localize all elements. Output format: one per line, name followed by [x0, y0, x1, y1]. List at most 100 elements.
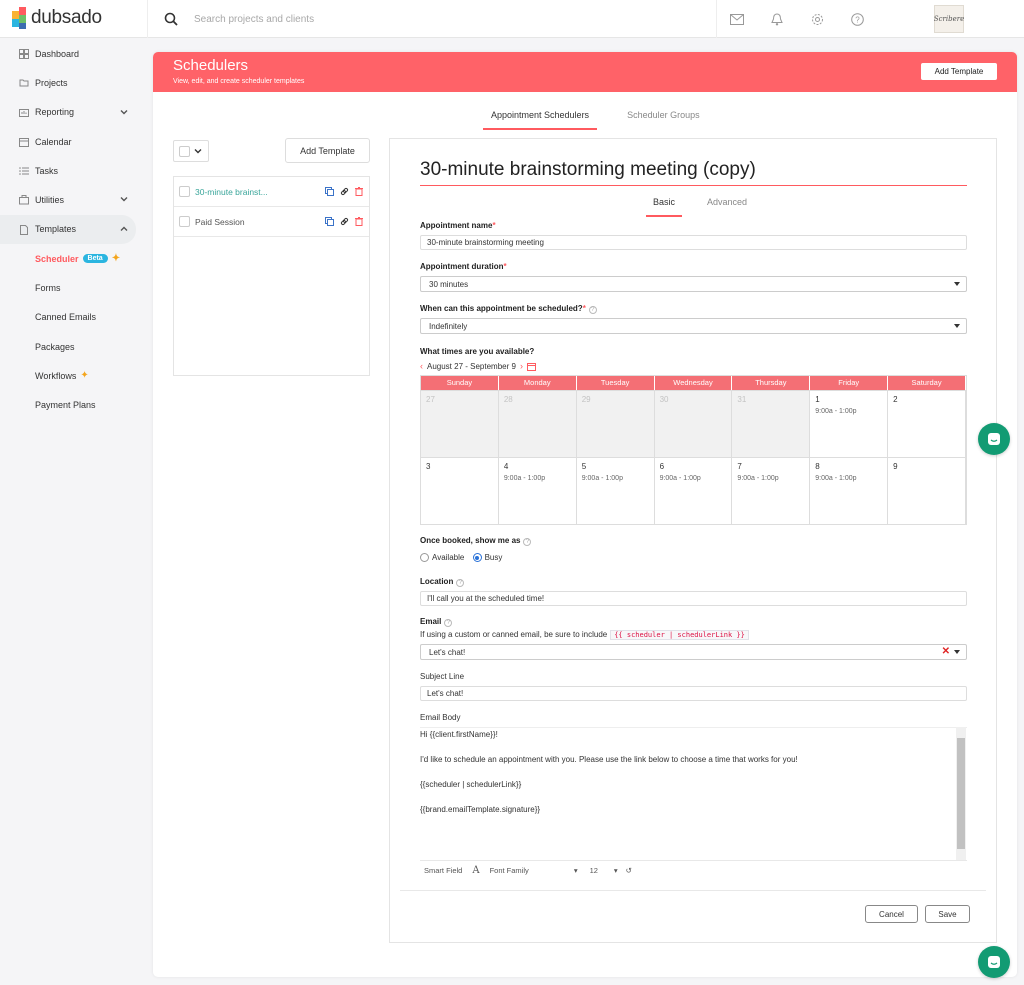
trash-icon[interactable] [355, 217, 363, 226]
tab-advanced[interactable]: Advanced [700, 197, 754, 217]
add-template-button[interactable]: Add Template [285, 138, 370, 163]
appointment-name-input[interactable]: 30-minute brainstorming meeting [420, 235, 967, 250]
editor-scrollbar[interactable] [956, 727, 966, 860]
list-item[interactable]: 30-minute brainst... [174, 177, 369, 207]
sidebar-subitem-packages[interactable]: Packages [0, 332, 146, 361]
available-radio[interactable]: Available [420, 553, 464, 563]
calendar-day-cell[interactable]: 2 [888, 391, 966, 457]
calendar-day-cell[interactable]: 8 9:00a - 1:00p [810, 458, 889, 524]
help-icon[interactable]: ? [456, 579, 465, 587]
clear-icon[interactable]: ✕ [942, 646, 950, 657]
help-icon[interactable]: ? [444, 619, 453, 627]
time-slot[interactable]: 9:00a - 1:00p [815, 475, 882, 482]
calendar-day-cell[interactable]: 6 9:00a - 1:00p [655, 458, 733, 524]
link-icon[interactable] [340, 187, 349, 196]
calendar-day-cell[interactable]: 27 [421, 391, 499, 457]
calendar-day-cell[interactable]: 4 9:00a - 1:00p [499, 458, 577, 524]
chevron-right-icon[interactable]: › [520, 361, 523, 371]
sidebar-item-reporting[interactable]: Reporting [0, 98, 146, 127]
calendar-day-cell[interactable]: 29 [576, 391, 655, 457]
sidebar-item-utilities[interactable]: Utilities [0, 185, 146, 214]
calendar-day-cell[interactable]: 30 [654, 391, 733, 457]
search-input[interactable] [194, 13, 594, 25]
header-add-template-button[interactable]: Add Template [921, 63, 997, 80]
calendar-day-cell[interactable]: 1 9:00a - 1:00p [810, 391, 889, 457]
calendar-day-cell[interactable]: 31 [732, 391, 811, 457]
row-checkbox[interactable] [179, 186, 190, 197]
font-icon[interactable]: A [472, 865, 479, 876]
scrollbar-thumb[interactable] [957, 738, 965, 849]
duplicate-icon[interactable] [325, 187, 334, 196]
mail-icon[interactable] [717, 0, 757, 38]
schedule-window-select[interactable]: Indefinitely [420, 318, 967, 334]
duplicate-icon[interactable] [325, 217, 334, 226]
help-icon[interactable]: ? [588, 306, 597, 314]
tab-basic[interactable]: Basic [646, 197, 683, 217]
chevron-down-icon [194, 149, 202, 154]
radio-button[interactable] [420, 553, 429, 563]
calendar-day-cell[interactable]: 3 [421, 458, 499, 524]
chevron-down-icon[interactable] [120, 108, 128, 116]
gear-icon[interactable] [797, 0, 837, 38]
sidebar-subitem-scheduler[interactable]: Scheduler Beta ✦ [0, 244, 146, 273]
smart-field-button[interactable]: Smart Field [424, 866, 462, 875]
template-name[interactable]: 30-minute brainst... [195, 187, 268, 197]
email-body-editor[interactable]: Hi {{client.firstName}}! I'd like to sch… [420, 727, 967, 859]
sidebar-subitem-canned-emails[interactable]: Canned Emails [0, 303, 146, 332]
row-checkbox[interactable] [179, 216, 190, 227]
chat-bubble-button[interactable] [978, 946, 1010, 978]
calendar-day-cell[interactable]: 9 [888, 458, 966, 524]
list-item[interactable]: Paid Session [174, 207, 369, 237]
calendar-day-cell[interactable]: 5 9:00a - 1:00p [577, 458, 655, 524]
sidebar-subitem-payment-plans[interactable]: Payment Plans [0, 391, 146, 420]
search-bar [147, 0, 717, 38]
select-all-checkbox[interactable] [179, 145, 190, 157]
chevron-up-icon[interactable] [120, 225, 128, 233]
location-input[interactable]: I'll call you at the scheduled time! [420, 591, 967, 606]
search-icon[interactable] [164, 12, 178, 26]
sidebar-subitem-workflows[interactable]: Workflows ✦ [0, 361, 146, 390]
chat-bubble-button[interactable] [978, 423, 1010, 455]
email-select[interactable]: Let's chat! ✕ [420, 644, 967, 660]
time-slot[interactable]: 9:00a - 1:00p [737, 475, 804, 482]
link-icon[interactable] [340, 217, 349, 226]
sidebar-item-projects[interactable]: Projects [0, 68, 146, 97]
calendar-icon[interactable] [526, 362, 536, 371]
dubsado-logo[interactable]: dubsado [12, 7, 102, 29]
time-slot[interactable]: 9:00a - 1:00p [582, 475, 649, 482]
calendar-day-cell[interactable]: 28 [498, 391, 577, 457]
bulk-select-dropdown[interactable] [173, 140, 209, 162]
sidebar-item-tasks[interactable]: Tasks [0, 156, 146, 185]
time-slot[interactable]: 9:00a - 1:00p [504, 475, 571, 482]
avatar[interactable]: Scribere [934, 5, 964, 33]
chevron-down-icon[interactable] [120, 195, 128, 203]
help-icon[interactable]: ? [523, 538, 532, 546]
time-slot[interactable]: 9:00a - 1:00p [815, 408, 882, 415]
bell-icon[interactable] [757, 0, 797, 38]
chevron-left-icon[interactable]: ‹ [420, 361, 423, 371]
undo-icon[interactable]: ↺ [626, 866, 632, 875]
cancel-button[interactable]: Cancel [865, 905, 918, 923]
calendar-day-cell[interactable]: 7 9:00a - 1:00p [732, 458, 811, 524]
tab-scheduler-groups[interactable]: Scheduler Groups [619, 110, 708, 130]
form-title[interactable]: 30-minute brainstorming meeting (copy) [420, 159, 967, 186]
trash-icon[interactable] [355, 187, 363, 196]
tab-appointment-schedulers[interactable]: Appointment Schedulers [483, 110, 598, 130]
date-range: August 27 - September 9 [427, 361, 516, 371]
sidebar-item-templates[interactable]: Templates [0, 214, 136, 245]
busy-radio[interactable]: Busy [472, 553, 502, 563]
availability-calendar: Sunday Monday Tuesday Wednesday Thursday Frid… [420, 375, 967, 525]
appointment-duration-select[interactable]: 30 minutes [420, 276, 967, 292]
font-family-select[interactable]: Font Family ▾ [490, 866, 578, 875]
font-size-select[interactable]: 12 ▾ [590, 866, 618, 875]
template-name[interactable]: Paid Session [195, 217, 245, 227]
time-slot[interactable]: 9:00a - 1:00p [660, 475, 727, 482]
save-button[interactable]: Save [925, 905, 970, 923]
subject-line-input[interactable]: Let's chat! [420, 686, 967, 701]
radio-button[interactable] [472, 553, 482, 563]
sidebar-item-calendar[interactable]: Calendar [0, 127, 146, 156]
logo-mark-icon [12, 7, 26, 29]
sidebar-item-dashboard[interactable]: Dashboard [0, 39, 146, 68]
sidebar-subitem-forms[interactable]: Forms [0, 273, 146, 302]
help-icon[interactable]: ? [837, 0, 877, 38]
